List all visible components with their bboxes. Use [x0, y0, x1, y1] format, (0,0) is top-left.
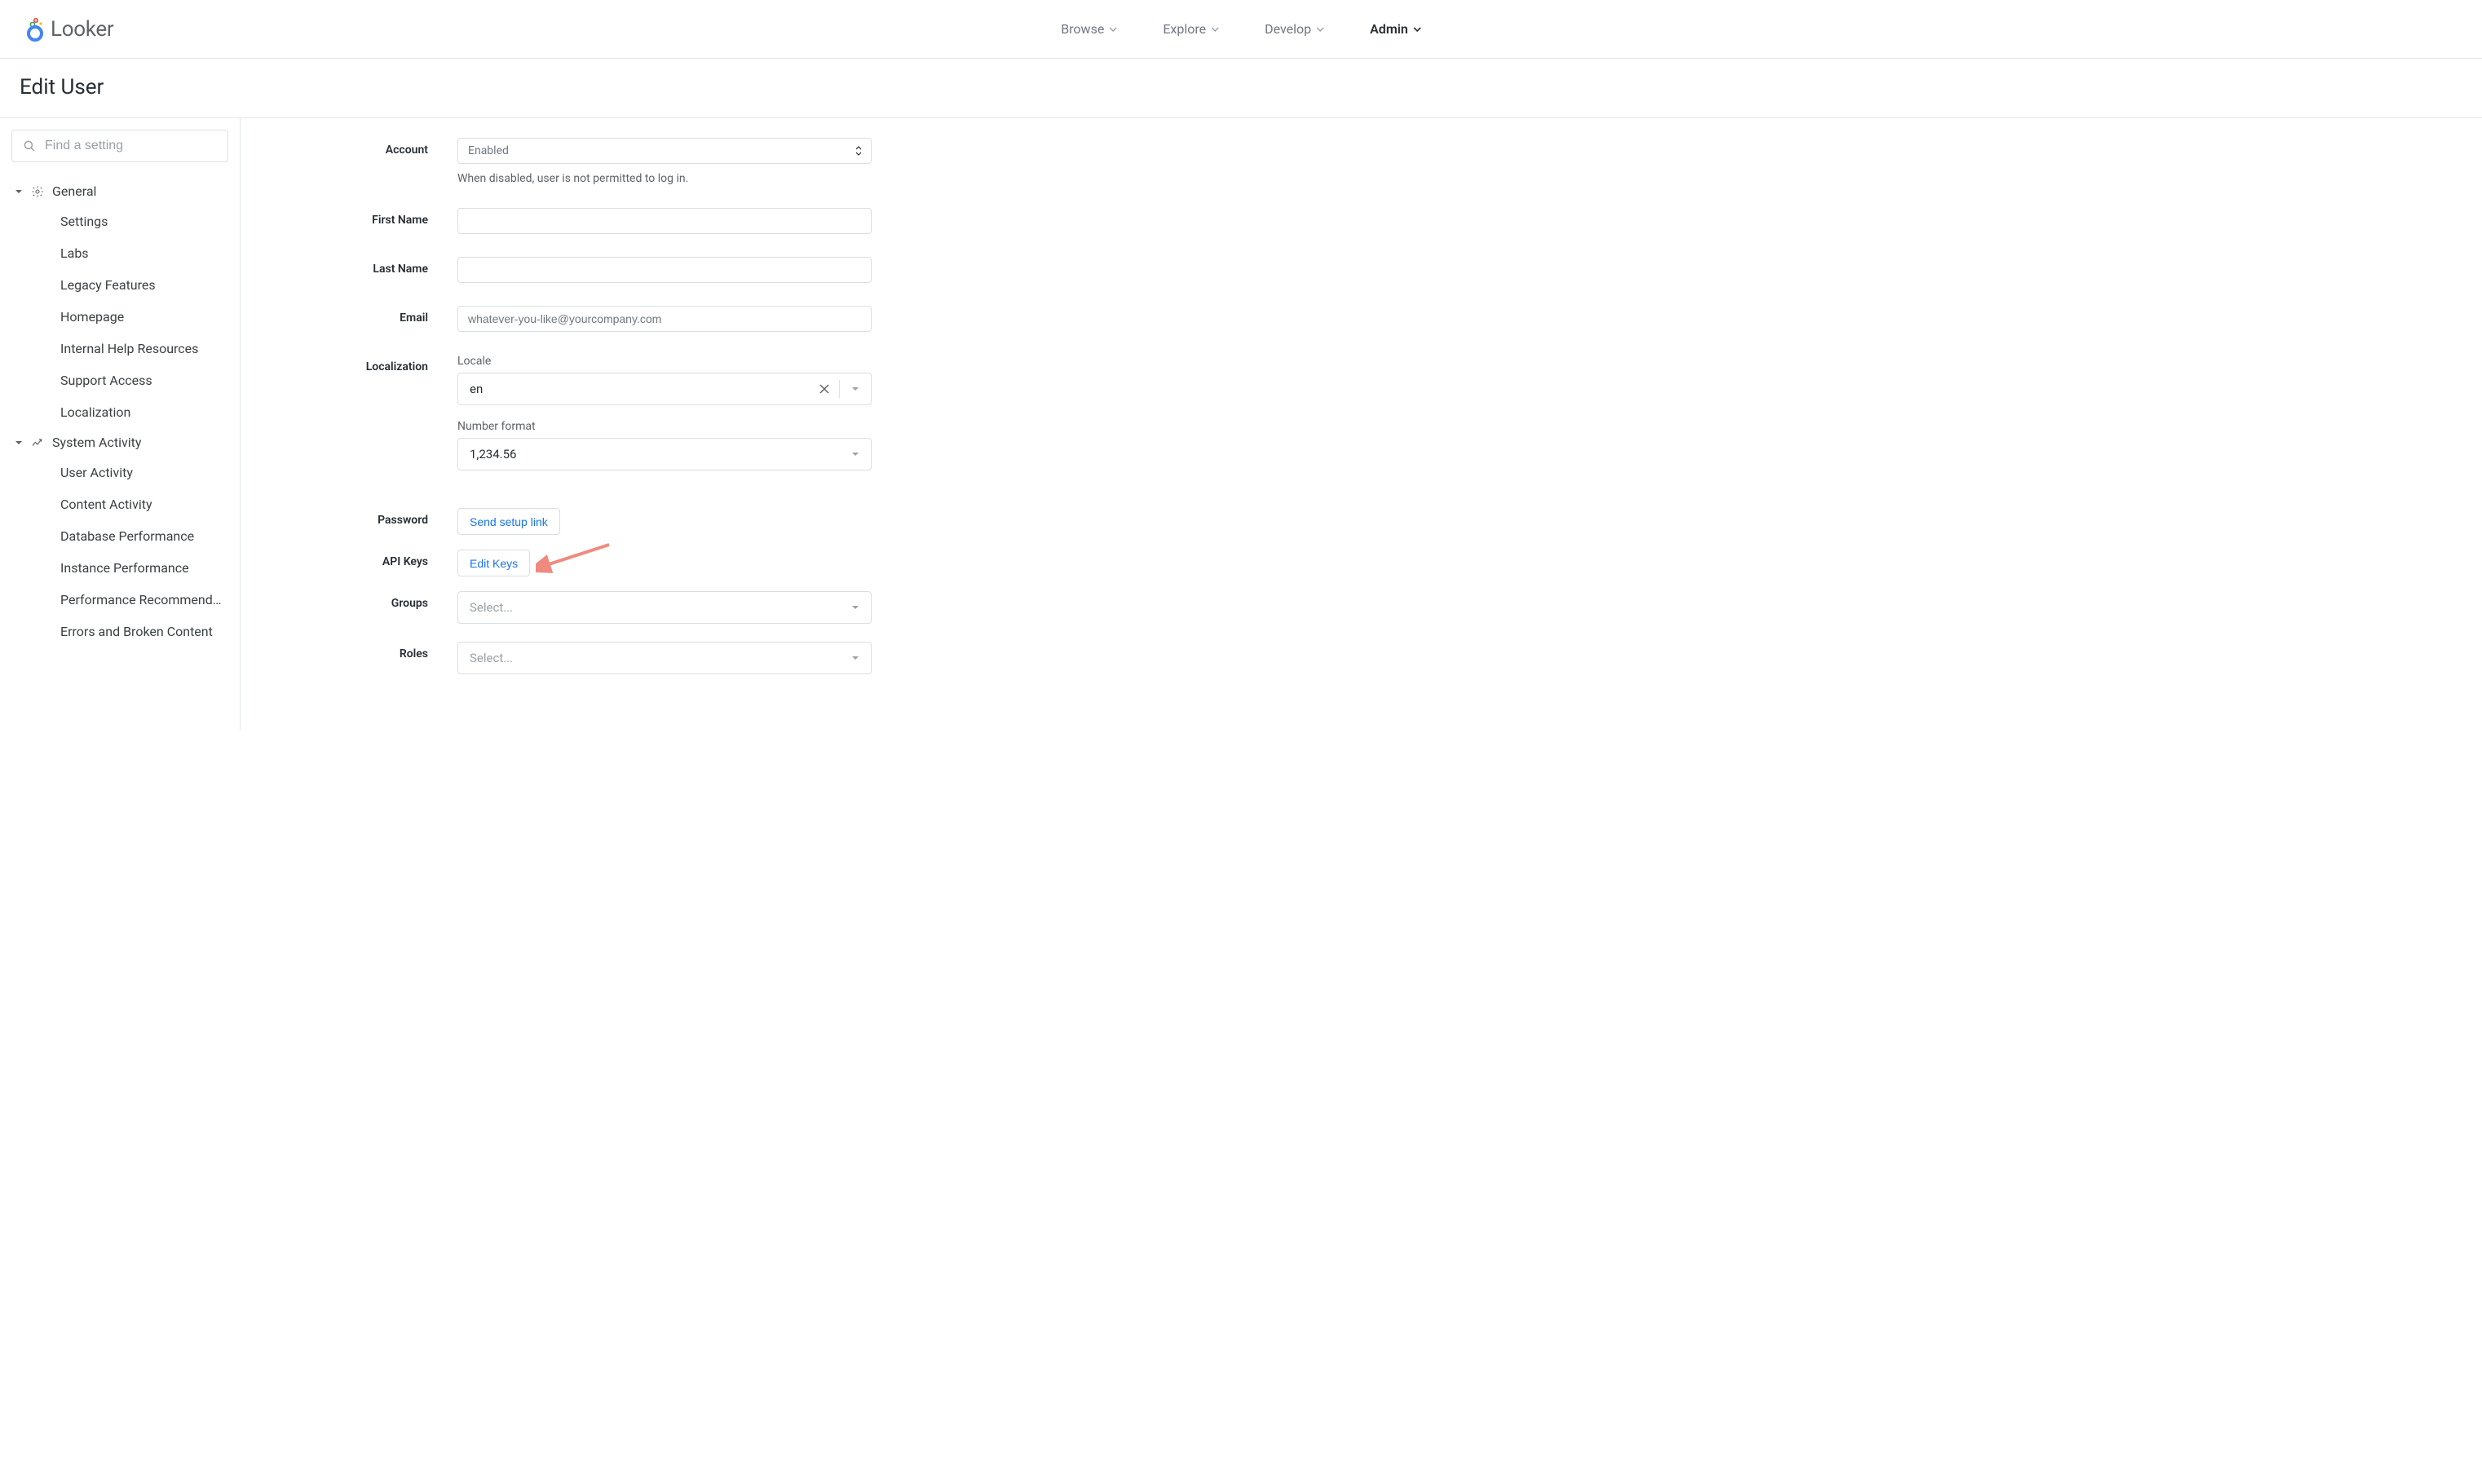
nav-admin[interactable]: Admin	[1370, 21, 1421, 37]
locale-select[interactable]: en	[457, 373, 872, 405]
send-setup-link-button[interactable]: Send setup link	[457, 508, 560, 535]
locale-value: en	[458, 382, 810, 396]
email-label: Email	[322, 306, 428, 325]
sidebar-group-general[interactable]: General	[11, 177, 228, 205]
trend-up-icon	[31, 436, 44, 449]
roles-label: Roles	[322, 642, 428, 660]
caret-down-icon	[851, 452, 859, 457]
locale-dropdown-arrow[interactable]	[840, 386, 871, 391]
roles-dropdown-arrow[interactable]	[840, 656, 871, 660]
sidebar-item-settings[interactable]: Settings	[60, 205, 228, 237]
groups-dropdown-arrow[interactable]	[840, 605, 871, 610]
account-select[interactable]: Enabled	[457, 138, 872, 164]
localization-label: Localization	[322, 355, 428, 373]
logo-text: Looker	[51, 17, 113, 42]
last-name-field[interactable]	[457, 257, 872, 283]
page-title: Edit User	[20, 75, 2462, 99]
groups-select[interactable]: Select...	[457, 591, 872, 624]
annotation-arrow-icon	[536, 541, 617, 574]
chevron-down-icon	[1109, 27, 1117, 32]
nav-explore[interactable]: Explore	[1163, 21, 1219, 37]
sidebar-item-labs[interactable]: Labs	[60, 237, 228, 269]
sidebar-group-label: General	[52, 183, 96, 199]
main-form: Account Enabled When disabled, user is n…	[241, 118, 2482, 730]
number-format-select[interactable]: 1,234.56	[457, 438, 872, 470]
sidebar-search[interactable]	[11, 130, 228, 162]
groups-label: Groups	[322, 591, 428, 610]
account-label: Account	[322, 138, 428, 157]
number-format-value: 1,234.56	[458, 447, 840, 462]
sidebar-item-content-activity[interactable]: Content Activity	[60, 488, 228, 520]
chevron-down-icon	[1211, 27, 1219, 32]
sidebar: General Settings Labs Legacy Features Ho…	[0, 118, 241, 730]
nav-browse[interactable]: Browse	[1061, 21, 1117, 37]
sidebar-item-support-access[interactable]: Support Access	[60, 364, 228, 396]
logo[interactable]: Looker	[24, 17, 113, 42]
top-nav: Browse Explore Develop Admin	[1061, 21, 1421, 37]
api-keys-label: API Keys	[322, 550, 428, 568]
roles-select[interactable]: Select...	[457, 642, 872, 674]
sidebar-item-performance-recommendations[interactable]: Performance Recommendati…	[60, 584, 228, 616]
first-name-field[interactable]	[457, 208, 872, 234]
account-hint: When disabled, user is not permitted to …	[457, 172, 872, 185]
number-format-sublabel: Number format	[457, 420, 872, 433]
sidebar-item-database-performance[interactable]: Database Performance	[60, 520, 228, 552]
sidebar-item-user-activity[interactable]: User Activity	[60, 457, 228, 488]
caret-down-icon	[15, 439, 23, 447]
sidebar-item-homepage[interactable]: Homepage	[60, 301, 228, 333]
sidebar-item-instance-performance[interactable]: Instance Performance	[60, 552, 228, 584]
sidebar-search-input[interactable]	[45, 139, 218, 153]
email-field[interactable]	[457, 306, 872, 332]
caret-down-icon	[15, 188, 23, 196]
looker-logo-icon	[24, 17, 46, 42]
edit-keys-button[interactable]: Edit Keys	[457, 550, 530, 576]
last-name-label: Last Name	[322, 257, 428, 276]
password-label: Password	[322, 508, 428, 527]
groups-placeholder: Select...	[458, 600, 840, 615]
caret-down-icon	[851, 656, 859, 660]
sidebar-item-localization[interactable]: Localization	[60, 396, 228, 428]
number-format-dropdown-arrow[interactable]	[840, 452, 871, 457]
sidebar-group-system-activity[interactable]: System Activity	[11, 428, 228, 457]
nav-develop[interactable]: Develop	[1265, 21, 1324, 37]
header: Looker Browse Explore Develop Admin	[0, 0, 2482, 59]
caret-down-icon	[851, 386, 859, 391]
page-title-bar: Edit User	[0, 59, 2482, 118]
caret-down-icon	[851, 605, 859, 610]
locale-sublabel: Locale	[457, 355, 872, 368]
chevron-down-icon	[1316, 27, 1324, 32]
roles-placeholder: Select...	[458, 651, 840, 665]
chevron-down-icon	[1413, 27, 1421, 32]
gear-icon	[31, 185, 44, 198]
sidebar-group-label: System Activity	[52, 435, 141, 450]
sidebar-item-errors-broken-content[interactable]: Errors and Broken Content	[60, 616, 228, 647]
sidebar-item-legacy-features[interactable]: Legacy Features	[60, 269, 228, 301]
sidebar-item-internal-help[interactable]: Internal Help Resources	[60, 333, 228, 364]
locale-clear-button[interactable]	[810, 384, 839, 394]
first-name-label: First Name	[322, 208, 428, 227]
search-icon	[22, 139, 37, 153]
close-icon	[819, 384, 829, 394]
